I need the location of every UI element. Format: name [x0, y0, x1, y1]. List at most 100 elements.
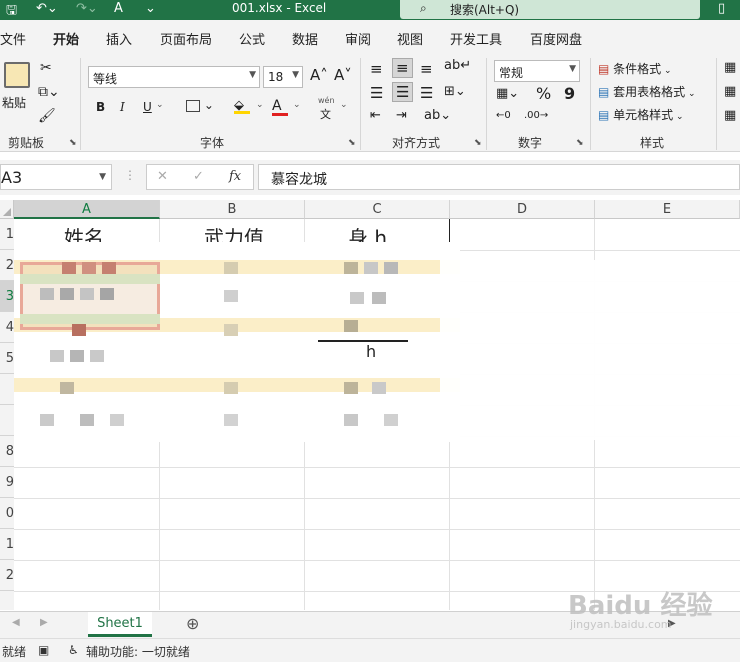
- phonetic-guide-pinyin[interactable]: wén: [318, 96, 335, 105]
- enter-icon[interactable]: ✓: [193, 169, 204, 184]
- bold-button[interactable]: B: [96, 100, 105, 114]
- increase-indent-icon[interactable]: ⇥: [396, 108, 407, 123]
- font-color-button[interactable]: A: [272, 98, 288, 116]
- row-header-9[interactable]: 9: [0, 467, 14, 498]
- tab-formulas[interactable]: 公式: [239, 29, 265, 48]
- align-right-icon[interactable]: ☰: [420, 84, 433, 102]
- format-as-table-button[interactable]: ▤ 套用表格格式 ⌄: [598, 83, 696, 100]
- font-size-combo[interactable]: 18 ▼: [263, 66, 303, 88]
- tab-developer[interactable]: 开发工具: [450, 29, 502, 48]
- tab-insert[interactable]: 插入: [106, 29, 132, 48]
- number-launcher-icon[interactable]: ⬊: [576, 138, 584, 148]
- worksheet-grid[interactable]: A B C D E 1 2 3 4 5 8 9 0 1 2 姓名 武力值 身 h: [0, 200, 740, 610]
- align-top-icon[interactable]: ≡: [370, 60, 383, 78]
- prev-sheet-icon[interactable]: ◀: [12, 617, 20, 628]
- tab-home[interactable]: 开始: [53, 29, 80, 55]
- undo-icon[interactable]: ↶⌄: [36, 1, 58, 16]
- borders-icon[interactable]: ⌄: [186, 98, 214, 112]
- row-header-12[interactable]: 2: [0, 560, 14, 591]
- wrap-text-icon[interactable]: ab↵: [444, 58, 471, 73]
- percent-button[interactable]: %: [536, 84, 551, 103]
- format-painter-icon[interactable]: 🖌: [38, 108, 56, 124]
- redo-icon[interactable]: ↷⌄: [76, 1, 98, 16]
- column-header-e[interactable]: E: [595, 200, 740, 219]
- font-name-combo[interactable]: 等线 ▼: [88, 66, 260, 88]
- increase-decimal-icon[interactable]: ←0: [496, 110, 511, 121]
- column-header-c[interactable]: C: [305, 200, 450, 219]
- cut-icon[interactable]: ✂: [40, 60, 52, 76]
- search-box[interactable]: ⌕ 搜索(Alt+Q): [400, 0, 700, 19]
- chevron-down-icon[interactable]: ⌄: [293, 100, 301, 110]
- number-format-combo[interactable]: 常规 ▼: [494, 60, 580, 82]
- orientation-icon[interactable]: ab⌄: [424, 108, 451, 123]
- column-header-b[interactable]: B: [160, 200, 305, 219]
- decrease-indent-icon[interactable]: ⇤: [370, 108, 381, 123]
- cancel-icon[interactable]: ✕: [157, 169, 168, 184]
- font-launcher-icon[interactable]: ⬊: [348, 138, 356, 148]
- select-all-corner[interactable]: [0, 200, 14, 219]
- tab-review[interactable]: 审阅: [345, 29, 371, 48]
- accessibility-icon[interactable]: ♿: [68, 643, 79, 657]
- next-sheet-icon[interactable]: ▶: [40, 617, 48, 628]
- cell-styles-button[interactable]: ▤ 单元格样式 ⌄: [598, 106, 684, 123]
- row-header-5[interactable]: 5: [0, 343, 14, 374]
- column-header-d[interactable]: D: [450, 200, 595, 219]
- row-header-1[interactable]: 1: [0, 219, 14, 250]
- tab-file[interactable]: 文件: [0, 29, 26, 48]
- format-cells-icon[interactable]: ▦: [724, 108, 736, 123]
- increase-font-icon[interactable]: A˄: [310, 66, 328, 84]
- align-center-icon[interactable]: ☰: [392, 82, 414, 102]
- insert-cells-icon[interactable]: ▦: [724, 60, 736, 75]
- chevron-down-icon[interactable]: ⌄: [256, 100, 264, 110]
- row-header-2[interactable]: 2: [0, 250, 14, 281]
- copy-icon[interactable]: ⧉⌄: [38, 84, 60, 100]
- gridline: [14, 560, 740, 561]
- pixel-block: [372, 292, 386, 304]
- comma-style-button[interactable]: 9: [564, 84, 575, 103]
- delete-cells-icon[interactable]: ▦: [724, 84, 736, 99]
- pixel-block: [344, 320, 358, 332]
- italic-button[interactable]: I: [120, 100, 125, 114]
- paste-icon[interactable]: [4, 62, 30, 88]
- tab-view[interactable]: 视图: [397, 29, 423, 48]
- row-header-13[interactable]: [0, 591, 14, 610]
- formula-input[interactable]: 慕容龙城: [258, 164, 740, 190]
- row-header-11[interactable]: 1: [0, 529, 14, 560]
- insert-function-icon[interactable]: fx: [229, 169, 241, 184]
- clipboard-launcher-icon[interactable]: ⬊: [69, 138, 77, 148]
- alignment-launcher-icon[interactable]: ⬊: [474, 138, 482, 148]
- row-header-10[interactable]: 0: [0, 498, 14, 529]
- window-control-icon[interactable]: ▯: [718, 1, 725, 16]
- row-header-3[interactable]: 3: [0, 281, 14, 312]
- more-icon[interactable]: ⋮: [124, 168, 136, 182]
- align-bottom-icon[interactable]: ≡: [420, 60, 433, 78]
- row-header-4[interactable]: 4: [0, 312, 14, 343]
- column-header-a[interactable]: A: [14, 200, 160, 219]
- chevron-down-icon[interactable]: ⌄: [340, 100, 348, 110]
- conditional-formatting-button[interactable]: ▤ 条件格式 ⌄: [598, 60, 672, 77]
- row-header-6[interactable]: [0, 374, 14, 405]
- macro-record-icon[interactable]: ▣: [38, 643, 49, 657]
- fill-color-icon[interactable]: ⬙: [234, 98, 250, 114]
- decrease-font-icon[interactable]: A˅: [334, 66, 352, 84]
- accessibility-status[interactable]: 辅助功能: 一切就绪: [86, 643, 190, 660]
- align-middle-icon[interactable]: ≡: [392, 58, 413, 78]
- decrease-decimal-icon[interactable]: .00→: [524, 110, 548, 121]
- row-header-7[interactable]: [0, 405, 14, 436]
- align-left-icon[interactable]: ☰: [370, 84, 383, 102]
- tab-data[interactable]: 数据: [292, 29, 318, 48]
- paste-button[interactable]: 粘贴: [2, 94, 26, 111]
- phonetic-guide-char[interactable]: 文: [320, 106, 331, 122]
- name-box[interactable]: A3 ▼: [0, 164, 112, 190]
- font-color-quick-icon[interactable]: A: [114, 1, 123, 16]
- sheet-tab-sheet1[interactable]: Sheet1: [88, 612, 152, 637]
- chevron-down-icon[interactable]: ⌄: [156, 100, 164, 110]
- accounting-format-icon[interactable]: ▦⌄: [496, 86, 519, 101]
- plus-circle-icon[interactable]: ⊕: [186, 614, 199, 633]
- row-header-8[interactable]: 8: [0, 436, 14, 467]
- tab-baidu-netdisk[interactable]: 百度网盘: [530, 29, 582, 48]
- merge-center-icon[interactable]: ⊞⌄: [444, 84, 466, 99]
- customize-quick-access-icon[interactable]: ⌄: [145, 1, 156, 16]
- underline-button[interactable]: U: [143, 100, 152, 114]
- tab-page-layout[interactable]: 页面布局: [160, 29, 212, 48]
